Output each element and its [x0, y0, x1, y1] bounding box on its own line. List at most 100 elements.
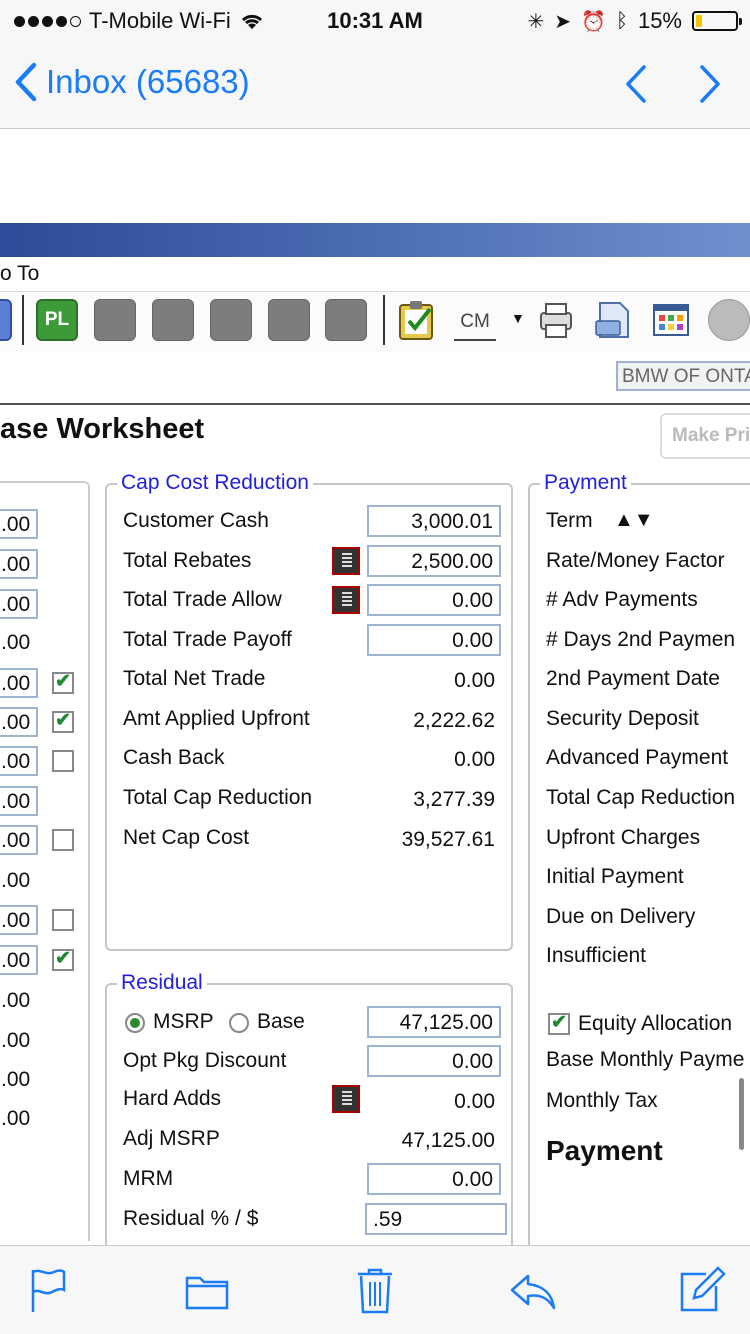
left-value-field[interactable]: .00: [0, 905, 38, 935]
left-value-field[interactable]: .00: [0, 825, 38, 855]
left-checkbox[interactable]: [52, 709, 74, 733]
hard-adds-label: Hard Adds: [123, 1087, 222, 1110]
opt-pkg-discount-field[interactable]: 0.00: [367, 1045, 501, 1077]
residual-legend: Residual: [117, 971, 207, 995]
cash-back-value: 0.00: [454, 748, 495, 771]
make-primary-button[interactable]: Make Pri: [660, 413, 750, 459]
residual-percent-label: Residual % / $: [123, 1207, 259, 1230]
dropdown-arrow-icon[interactable]: ▼: [511, 310, 525, 326]
back-label: Inbox (65683): [46, 63, 250, 100]
base-monthly-payment-label: Base Monthly Payme: [546, 1048, 745, 1071]
toolbar-cm-button[interactable]: CM: [454, 299, 496, 341]
total-trade-payoff-field[interactable]: 0.00: [367, 624, 501, 656]
mrm-label: MRM: [123, 1167, 174, 1190]
calculator-icon[interactable]: [332, 1085, 360, 1113]
total-cap-reduction-label: Total Cap Reduction: [123, 786, 313, 809]
left-value-field[interactable]: .00: [0, 707, 38, 737]
left-checkbox[interactable]: [52, 829, 74, 851]
left-value-field[interactable]: .00: [0, 945, 38, 975]
hard-adds-value: 0.00: [454, 1090, 495, 1113]
up-down-arrows-icon[interactable]: ▲▼: [614, 509, 654, 532]
payment-total-label: Payment: [546, 1135, 663, 1166]
left-checkbox[interactable]: [52, 750, 74, 772]
cap-cost-reduction-legend: Cap Cost Reduction: [117, 471, 313, 495]
back-button[interactable]: Inbox (65683): [14, 62, 250, 102]
customer-cash-field[interactable]: 3,000.01: [367, 505, 501, 537]
residual-percent-field[interactable]: .59: [365, 1203, 507, 1235]
adv-payments-label: # Adv Payments: [546, 588, 698, 611]
printer-icon[interactable]: [535, 299, 577, 341]
left-value-field[interactable]: .00: [0, 509, 38, 539]
base-radio[interactable]: [229, 1013, 249, 1033]
scrollbar[interactable]: [739, 1078, 744, 1150]
location-icon: ➤: [554, 10, 572, 33]
toolbar-button-disabled[interactable]: [152, 299, 194, 341]
left-value-field[interactable]: .00: [0, 746, 38, 776]
attached-screenshot: o To PL CM ▼ BMW OF ONTA ase Worksheet M…: [0, 223, 750, 1245]
mail-bottom-toolbar: [0, 1245, 750, 1334]
cap-cost-reduction-group: Cap Cost Reduction Customer Cash 3,000.0…: [105, 471, 513, 951]
dealer-field: BMW OF ONTA: [616, 361, 750, 391]
battery-percent: 15%: [637, 8, 682, 33]
term-label: Term: [546, 509, 593, 532]
2nd-payment-date-label: 2nd Payment Date: [546, 667, 720, 690]
left-checkbox[interactable]: [52, 909, 74, 931]
total-trade-allow-label: Total Trade Allow: [123, 588, 282, 611]
calendar-grid-icon[interactable]: [650, 299, 692, 341]
left-value-field[interactable]: .00: [0, 549, 38, 579]
msrp-radio-label: MSRP: [153, 1010, 214, 1033]
toolbar-round-button[interactable]: [708, 299, 750, 341]
folder-icon[interactable]: [182, 1266, 232, 1316]
upfront-charges-label: Upfront Charges: [546, 826, 701, 849]
left-checkbox[interactable]: [52, 947, 74, 971]
left-value: .00: [1, 869, 31, 892]
calculator-icon[interactable]: [332, 547, 360, 575]
bluetooth-icon: ᛒ: [615, 9, 628, 32]
menu-item-goto[interactable]: o To: [0, 262, 39, 285]
opt-pkg-discount-label: Opt Pkg Discount: [123, 1049, 287, 1072]
adj-msrp-value: 47,125.00: [401, 1129, 495, 1152]
toolbar-button-disabled[interactable]: [210, 299, 252, 341]
status-bar: T-Mobile Wi-Fi 10:31 AM ✳ ➤ ⏰ ᛒ 15%: [0, 0, 750, 40]
toolbar-button-disabled[interactable]: [94, 299, 136, 341]
total-net-trade-value: 0.00: [454, 669, 495, 692]
left-checkbox[interactable]: [52, 670, 74, 694]
next-message-icon[interactable]: [688, 64, 728, 104]
left-value-field[interactable]: .00: [0, 786, 38, 816]
equity-allocation-label: Equity Allocation: [578, 1012, 733, 1035]
status-right: ✳ ➤ ⏰ ᛒ 15%: [527, 8, 742, 34]
compose-icon[interactable]: [676, 1266, 726, 1316]
adj-msrp-label: Adj MSRP: [123, 1127, 220, 1150]
page-title: ase Worksheet: [0, 413, 205, 445]
toolbar-button-disabled[interactable]: [268, 299, 310, 341]
msrp-radio[interactable]: [125, 1013, 145, 1033]
clipboard-check-icon[interactable]: [396, 299, 438, 341]
left-column-group: .00 .00 .00 .00 .00 .00 .00 .00 .00 .00 …: [0, 481, 90, 1241]
document-db-icon[interactable]: [592, 299, 634, 341]
trash-icon[interactable]: [350, 1266, 400, 1316]
battery-icon: [692, 11, 742, 31]
monthly-tax-label: Monthly Tax: [546, 1089, 658, 1112]
left-value-field[interactable]: .00: [0, 589, 38, 619]
residual-msrp-field[interactable]: 47,125.00: [367, 1006, 501, 1038]
amt-applied-upfront-value: 2,222.62: [413, 709, 495, 732]
total-rebates-label: Total Rebates: [123, 549, 252, 572]
total-rebates-field[interactable]: 2,500.00: [367, 545, 501, 577]
equity-allocation-checkbox[interactable]: [548, 1011, 570, 1035]
total-net-trade-label: Total Net Trade: [123, 667, 266, 690]
toolbar-button-disabled[interactable]: [325, 299, 367, 341]
left-value-field[interactable]: .00: [0, 668, 38, 698]
toolbar-pl-button[interactable]: PL: [36, 299, 78, 341]
reply-icon[interactable]: [508, 1266, 558, 1316]
toolbar-button-partial[interactable]: [0, 299, 12, 341]
left-value: .00: [1, 989, 31, 1012]
toolbar-separator: [383, 295, 385, 345]
total-trade-allow-field[interactable]: 0.00: [367, 584, 501, 616]
activity-icon: ✳: [527, 10, 545, 33]
mrm-field[interactable]: 0.00: [367, 1163, 501, 1195]
calculator-icon[interactable]: [332, 586, 360, 614]
window-title-bar: [0, 223, 750, 257]
flag-icon[interactable]: [24, 1266, 74, 1316]
previous-message-icon[interactable]: [618, 64, 658, 104]
insufficient-label: Insufficient: [546, 944, 647, 967]
